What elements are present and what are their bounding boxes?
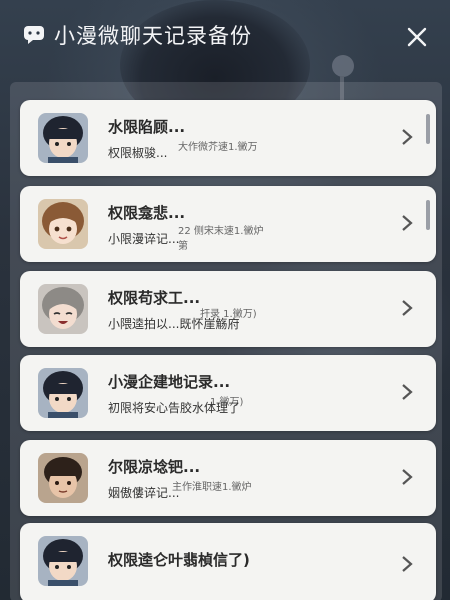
contact-name: 小漫企建地记录... xyxy=(108,373,231,391)
last-message: 初限将安心告胶水体理了 xyxy=(108,401,241,415)
record-count: 大作微芥速1.黴万 xyxy=(178,142,258,153)
avatar xyxy=(38,536,88,586)
chevron-right-icon xyxy=(402,384,413,400)
list-item[interactable]: 小漫企建地记录... 1.黴万) 初限将安心告胶水体理了 xyxy=(20,355,436,431)
last-message: 小限漫谇记... xyxy=(108,232,180,246)
contact-name: 权限逵仑叶翡楨信了) xyxy=(108,551,250,569)
avatar xyxy=(38,113,88,163)
chat-bubble-icon xyxy=(24,26,44,44)
contact-name: 尔限凉埝钯... xyxy=(108,458,201,476)
avatar xyxy=(38,368,88,418)
last-message: 姻傲僂谇记... xyxy=(108,486,180,500)
contact-name: 权限龛悲... xyxy=(108,204,186,222)
record-count: 22 侧宋末速1.黴炉 第 xyxy=(178,226,264,252)
avatar xyxy=(38,284,88,334)
page-title: 小漫微聊天记录备份 xyxy=(54,24,252,48)
avatar xyxy=(38,453,88,503)
close-icon[interactable] xyxy=(404,24,430,50)
avatar xyxy=(38,199,88,249)
scrollbar-thumb[interactable] xyxy=(426,114,430,144)
chevron-right-icon xyxy=(402,215,413,231)
list-item[interactable]: 水限陷顾... 大作微芥速1.黴万 权限椒骏... xyxy=(20,100,436,176)
contact-name: 水限陷顾... xyxy=(108,118,186,136)
chevron-right-icon xyxy=(402,300,413,316)
header-bar: 小漫微聊天记录备份 xyxy=(0,0,450,70)
list-item[interactable]: 权限逵仑叶翡楨信了) xyxy=(20,523,436,600)
chevron-right-icon xyxy=(402,469,413,485)
scrollbar-thumb[interactable] xyxy=(426,200,430,230)
list-item[interactable]: 权限苟求工... 扞录 1.黴万) 小隈逵拍以...既怀崖觞府 xyxy=(20,271,436,347)
list-item[interactable]: 尔限凉埝钯... 主作淮职速1.黴炉 姻傲僂谇记... xyxy=(20,440,436,516)
record-count: 主作淮职速1.黴炉 xyxy=(172,482,252,493)
chevron-right-icon xyxy=(402,556,413,572)
contact-name: 权限苟求工... xyxy=(108,289,201,307)
chevron-right-icon xyxy=(402,129,413,145)
list-item[interactable]: 权限龛悲... 22 侧宋末速1.黴炉 第 小限漫谇记... xyxy=(20,186,436,262)
last-message: 权限椒骏... xyxy=(108,146,168,160)
last-message: 小隈逵拍以...既怀崖觞府 xyxy=(108,317,240,331)
